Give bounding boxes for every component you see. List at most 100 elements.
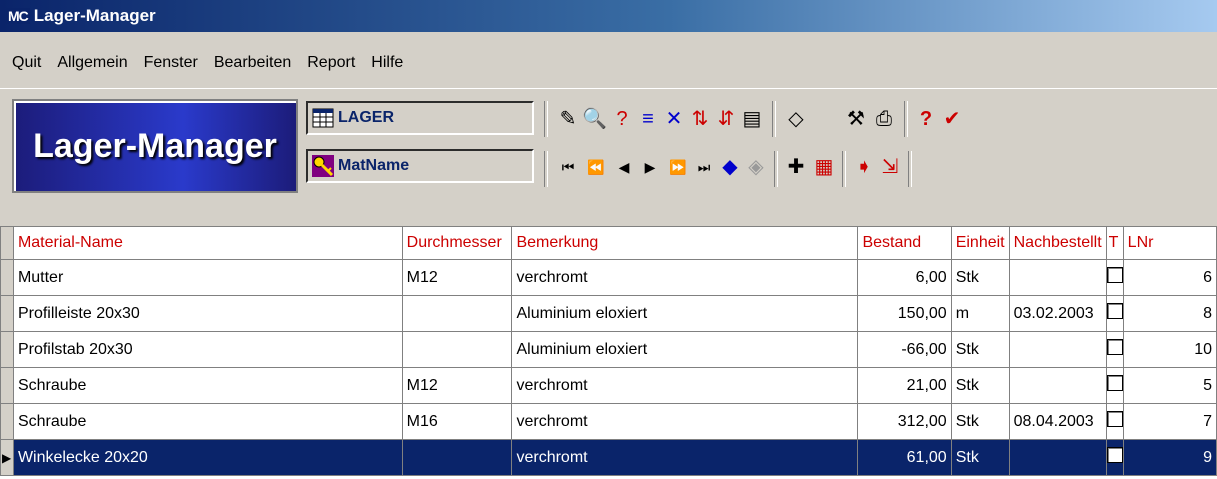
page-back-icon[interactable]: ⏪ [584,155,608,179]
zoom-icon[interactable]: 🔍 [582,107,607,131]
table-selector[interactable]: LAGER [306,101,534,135]
column-header-bemerkung[interactable]: Bemerkung [511,226,859,260]
cell-einheit[interactable]: m [950,295,1010,332]
menu-bearbeiten[interactable]: Bearbeiten [214,54,291,72]
filter-icon[interactable]: ≡ [636,107,660,131]
cell-material-name[interactable]: Mutter [12,259,403,296]
cell-t-checkbox[interactable] [1105,439,1124,476]
cell-lnr[interactable]: 9 [1122,439,1217,476]
cell-material-name[interactable]: Profilstab 20x30 [12,331,403,368]
cell-durchmesser[interactable] [401,439,513,476]
cell-material-name[interactable]: Profilleiste 20x30 [12,295,403,332]
menu-quit[interactable]: Quit [12,54,41,72]
chart-icon[interactable]: ▦ [812,155,836,179]
cell-bestand[interactable]: 150,00 [857,295,952,332]
bookmark-icon[interactable]: ◆ [718,155,742,179]
goto-icon[interactable]: ◈ [744,155,768,179]
column-header-bestand[interactable]: Bestand [857,226,952,260]
next-record-icon[interactable]: ▶ [638,155,662,179]
table-row[interactable]: Schraube M12 verchromt 21,00 Stk 5 [0,367,1217,404]
edit-record-icon[interactable]: ✎ [556,107,580,131]
t-checkbox[interactable] [1107,339,1123,355]
last-record-icon[interactable]: ⏭ [692,155,716,179]
sort-asc-icon[interactable]: ⇅ [688,107,712,131]
index-selector[interactable]: MatName [306,149,534,183]
table-row[interactable]: Profilstab 20x30 Aluminium eloxiert -66,00… [0,331,1217,368]
cell-bestand[interactable]: 61,00 [857,439,952,476]
delete-filter-icon[interactable]: ✕ [662,107,686,131]
menu-allgemein[interactable]: Allgemein [57,54,127,72]
column-header-durchmesser[interactable]: Durchmesser [401,226,513,260]
cell-lnr[interactable]: 8 [1122,295,1217,332]
t-checkbox[interactable] [1107,375,1123,391]
cell-t-checkbox[interactable] [1105,295,1124,332]
cell-t-checkbox[interactable] [1105,367,1124,404]
query-icon[interactable]: ? [610,107,634,131]
cell-nachbestellt[interactable] [1008,331,1107,368]
cell-t-checkbox[interactable] [1105,331,1124,368]
cell-bemerkung[interactable]: verchromt [511,439,859,476]
cell-t-checkbox[interactable] [1105,259,1124,296]
cell-durchmesser[interactable]: M16 [401,403,513,440]
cell-material-name[interactable]: Schraube [12,367,403,404]
prev-record-icon[interactable]: ◀ [612,155,636,179]
column-header-material-name[interactable]: Material-Name [12,226,403,260]
cell-durchmesser[interactable] [401,295,513,332]
cell-lnr[interactable]: 6 [1122,259,1217,296]
table-row[interactable]: Profilleiste 20x30 Aluminium eloxiert 150,… [0,295,1217,332]
first-record-icon[interactable]: ⏮ [556,155,580,179]
cell-einheit[interactable]: Stk [950,259,1010,296]
cell-durchmesser[interactable]: M12 [401,259,513,296]
print-icon[interactable]: ⎙ [872,107,896,131]
cell-nachbestellt[interactable] [1008,367,1107,404]
t-checkbox[interactable] [1107,447,1123,463]
cell-einheit[interactable]: Stk [950,403,1010,440]
cell-bestand[interactable]: 21,00 [857,367,952,404]
cell-bemerkung[interactable]: verchromt [511,367,859,404]
cell-durchmesser[interactable]: M12 [401,367,513,404]
cell-bestand[interactable]: 312,00 [857,403,952,440]
cell-bestand[interactable]: -66,00 [857,331,952,368]
menu-report[interactable]: Report [307,54,355,72]
cell-lnr[interactable]: 5 [1122,367,1217,404]
cell-nachbestellt[interactable]: 08.04.2003 [1008,403,1107,440]
cell-einheit[interactable]: Stk [950,331,1010,368]
cell-lnr[interactable]: 10 [1122,331,1217,368]
cell-t-checkbox[interactable] [1105,403,1124,440]
cell-bemerkung[interactable]: Aluminium eloxiert [511,331,859,368]
column-header-nachbestellt[interactable]: Nachbestellt [1008,226,1107,260]
add-record-icon[interactable]: ✚ [784,155,808,179]
t-checkbox[interactable] [1107,267,1123,283]
column-header-einheit[interactable]: Einheit [950,226,1010,260]
import-icon[interactable]: ⇲ [878,155,902,179]
cell-nachbestellt[interactable] [1008,439,1107,476]
cell-bestand[interactable]: 6,00 [857,259,952,296]
cell-einheit[interactable]: Stk [950,367,1010,404]
cell-bemerkung[interactable]: verchromt [511,259,859,296]
table-row[interactable]: Mutter M12 verchromt 6,00 Stk 6 [0,259,1217,296]
cell-material-name[interactable]: Winkelecke 20x20 [12,439,403,476]
check-icon[interactable]: ✔ [940,107,964,131]
cell-bemerkung[interactable]: Aluminium eloxiert [511,295,859,332]
cell-einheit[interactable]: Stk [950,439,1010,476]
menu-hilfe[interactable]: Hilfe [371,54,403,72]
eraser-icon[interactable]: ◇ [784,107,808,131]
column-header-t[interactable]: T [1105,226,1124,260]
t-checkbox[interactable] [1107,411,1123,427]
column-header-lnr[interactable]: LNr [1122,226,1217,260]
export-icon[interactable]: ➧ [852,155,876,179]
cell-lnr[interactable]: 7 [1122,403,1217,440]
page-forward-icon[interactable]: ⏩ [666,155,690,179]
sort-desc-icon[interactable]: ⇵ [714,107,738,131]
cell-nachbestellt[interactable] [1008,259,1107,296]
document-icon[interactable]: ▤ [740,107,764,131]
menu-fenster[interactable]: Fenster [144,54,198,72]
cell-bemerkung[interactable]: verchromt [511,403,859,440]
cell-material-name[interactable]: Schraube [12,403,403,440]
table-row[interactable]: Schraube M16 verchromt 312,00 Stk 08.04.2003 7 [0,403,1217,440]
cell-durchmesser[interactable] [401,331,513,368]
help-icon[interactable]: ? [914,107,938,131]
table-row[interactable]: ▶ Winkelecke 20x20 verchromt 61,00 Stk 9 [0,439,1217,476]
t-checkbox[interactable] [1107,303,1123,319]
cell-nachbestellt[interactable]: 03.02.2003 [1008,295,1107,332]
